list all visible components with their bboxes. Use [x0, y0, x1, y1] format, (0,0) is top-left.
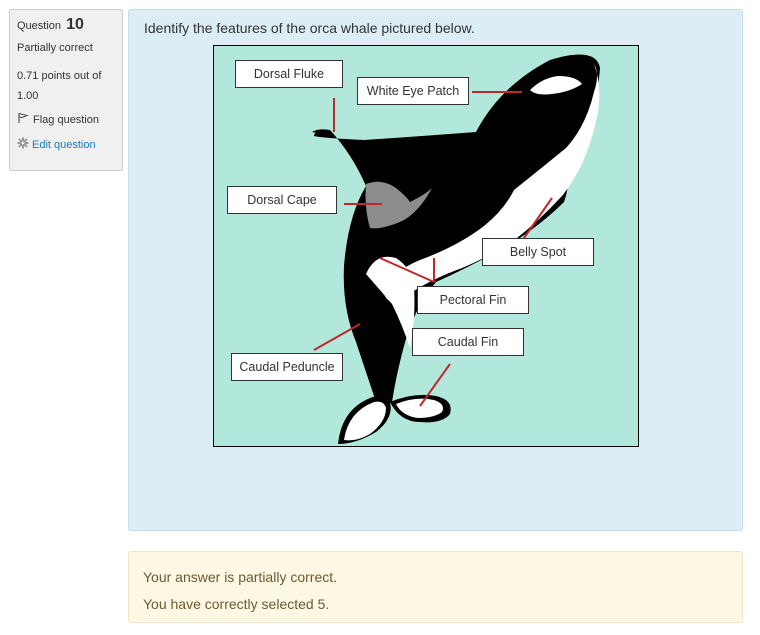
- question-number-value: 10: [66, 16, 84, 33]
- question-text: Identify the features of the orca whale …: [144, 20, 475, 36]
- question-grade: 0.71 points out of 1.00: [17, 70, 102, 102]
- question-content: Identify the features of the orca whale …: [128, 9, 743, 531]
- question-info-panel: Question 10 Partially correct 0.71 point…: [9, 9, 123, 171]
- edit-question-label: Edit question: [32, 138, 96, 151]
- drop-white-eye-patch[interactable]: White Eye Patch: [357, 77, 469, 105]
- feedback-partial: Your answer is partially correct.: [143, 569, 338, 585]
- flag-icon: [17, 112, 29, 127]
- question-number: Question 10: [17, 16, 115, 34]
- drop-dorsal-cape[interactable]: Dorsal Cape: [227, 186, 337, 214]
- question-state: Partially correct: [17, 42, 93, 54]
- edit-question-link[interactable]: Edit question: [17, 137, 115, 152]
- question-label: Question: [17, 20, 62, 32]
- flag-question-label: Flag question: [33, 113, 100, 126]
- feedback-count: You have correctly selected 5.: [143, 596, 330, 612]
- flag-question-button[interactable]: Flag question: [17, 112, 115, 127]
- gear-icon: [17, 137, 29, 152]
- drop-dorsal-fluke[interactable]: Dorsal Fluke: [235, 60, 343, 88]
- drop-belly-spot[interactable]: Belly Spot: [482, 238, 594, 266]
- drop-caudal-peduncle[interactable]: Caudal Peduncle: [231, 353, 343, 381]
- feedback-panel: Your answer is partially correct. You ha…: [128, 551, 743, 623]
- drop-caudal-fin[interactable]: Caudal Fin: [412, 328, 524, 356]
- drop-pectoral-fin[interactable]: Pectoral Fin: [417, 286, 529, 314]
